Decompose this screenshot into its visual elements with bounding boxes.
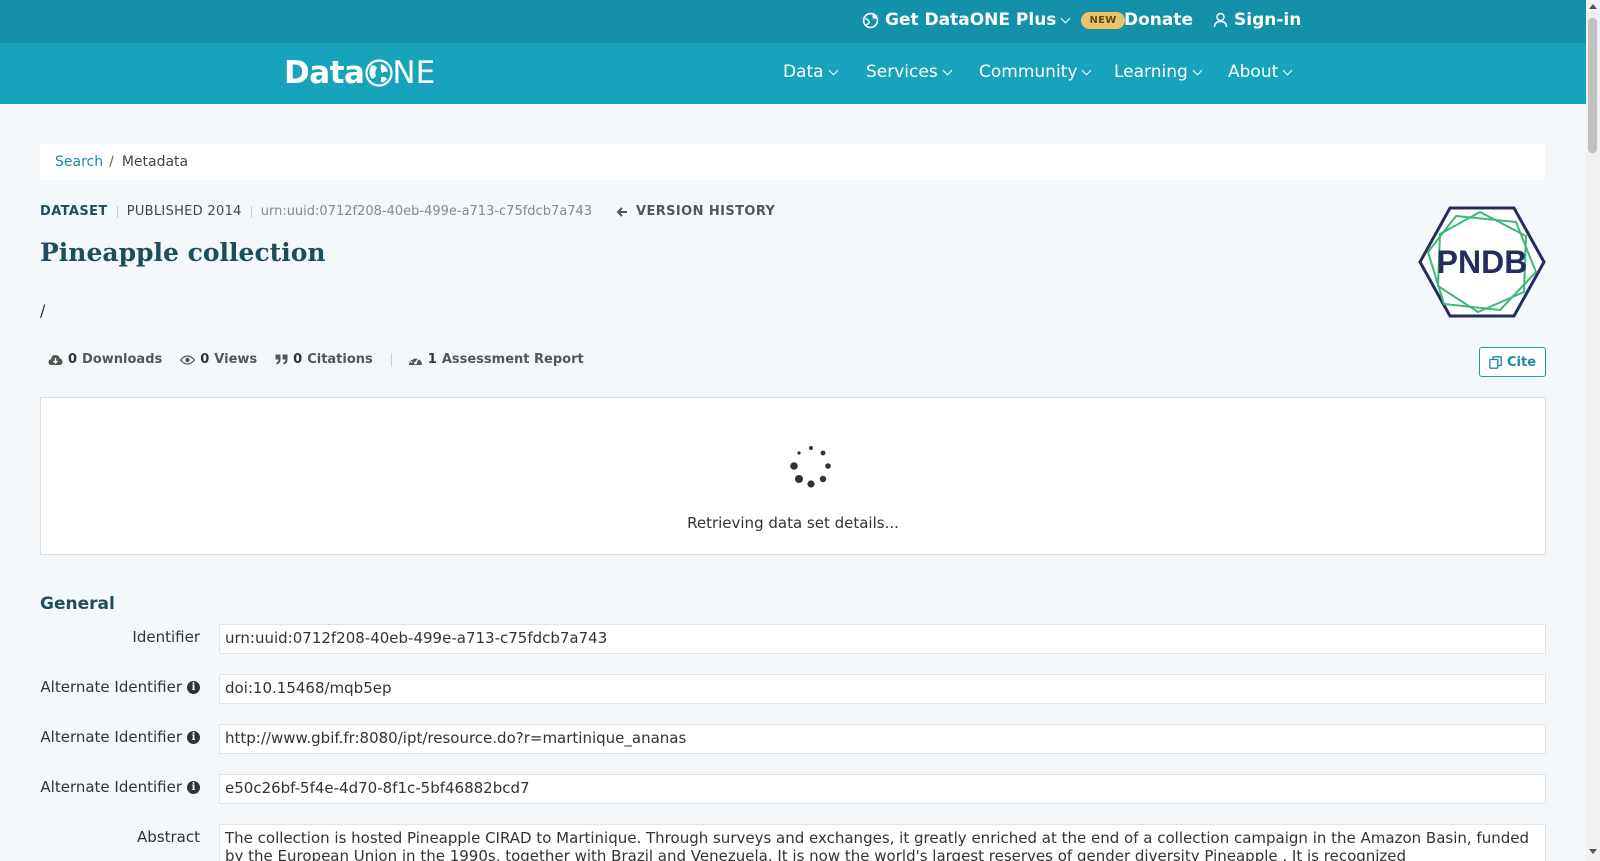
- arrow-left-icon: [616, 206, 628, 217]
- divider: [250, 205, 252, 218]
- cite-button[interactable]: Cite: [1479, 347, 1546, 377]
- logo-ne-text: NE: [392, 55, 436, 91]
- page-title: Pineapple collection: [40, 238, 326, 267]
- downloads-metric[interactable]: 0 Downloads: [48, 352, 162, 367]
- field-label-text: Alternate Identifier: [40, 678, 182, 696]
- alternate-identifier-label: Alternate Identifier i: [40, 728, 200, 746]
- sign-in-label: Sign-in: [1234, 10, 1302, 30]
- publication-year: PUBLISHED 2014: [126, 204, 242, 219]
- views-metric[interactable]: 0 Views: [180, 352, 257, 367]
- get-dataone-plus-menu[interactable]: Get DataONE Plus NEW: [862, 10, 1125, 30]
- nav-learning-label: Learning: [1114, 62, 1188, 82]
- citations-metric[interactable]: 0 Citations: [275, 352, 373, 367]
- dataset-type: DATASET: [40, 204, 108, 219]
- main-navigation: Data NE Data Services Community Learning…: [0, 43, 1586, 104]
- alternate-identifier-value: http://www.gbif.fr:8080/ipt/resource.do?…: [219, 724, 1546, 754]
- chevron-down-icon: [1282, 65, 1293, 75]
- citations-count: 0: [293, 352, 303, 367]
- nav-about-label: About: [1228, 62, 1279, 82]
- breadcrumb: Search / Metadata: [40, 144, 1545, 180]
- authors-line: /: [40, 301, 46, 320]
- logo-data-text: Data: [284, 55, 365, 91]
- field-label-text: Abstract: [137, 828, 200, 846]
- quote-icon: [275, 354, 288, 365]
- assessment-report-metric[interactable]: 1 Assessment Report: [408, 352, 584, 367]
- divider: [116, 205, 118, 218]
- scroll-down-arrow-icon[interactable]: [1589, 849, 1597, 854]
- field-label-text: Alternate Identifier: [40, 778, 182, 796]
- chevron-down-icon: [942, 65, 953, 75]
- breadcrumb-separator: /: [109, 154, 114, 170]
- assessment-label: Assessment Report: [441, 352, 584, 367]
- divider: [390, 352, 392, 367]
- pndb-logo-text: PNDB: [1437, 244, 1528, 280]
- metrics-bar: 0 Downloads 0 Views 0 Citations 1 Assess…: [48, 352, 602, 367]
- chevron-down-icon: [1192, 65, 1203, 75]
- downloads-count: 0: [68, 352, 78, 367]
- general-section-title: General: [40, 594, 115, 614]
- globe-icon: [365, 59, 393, 87]
- version-history-link[interactable]: VERSION HISTORY: [616, 204, 775, 219]
- field-label-text: Alternate Identifier: [40, 728, 182, 746]
- donate-link[interactable]: Donate: [1124, 10, 1193, 30]
- nav-community-label: Community: [979, 62, 1078, 82]
- alternate-identifier-label: Alternate Identifier i: [40, 778, 200, 796]
- nav-data[interactable]: Data: [783, 62, 839, 82]
- sign-in-link[interactable]: Sign-in: [1213, 10, 1301, 30]
- dataset-meta-row: DATASET PUBLISHED 2014 urn:uuid:0712f208…: [40, 204, 775, 219]
- nav-about[interactable]: About: [1228, 62, 1293, 82]
- version-history-label: VERSION HISTORY: [636, 204, 776, 219]
- nav-community[interactable]: Community: [979, 62, 1092, 82]
- info-icon[interactable]: i: [187, 780, 200, 794]
- info-icon[interactable]: i: [187, 730, 200, 744]
- info-icon[interactable]: i: [187, 680, 200, 694]
- abstract-label: Abstract: [40, 828, 200, 846]
- nav-services[interactable]: Services: [866, 62, 953, 82]
- abstract-value: The collection is hosted Pineapple CIRAD…: [219, 824, 1546, 861]
- user-icon: [1213, 12, 1228, 28]
- nav-services-label: Services: [866, 62, 938, 82]
- globe-star-icon: [862, 12, 879, 28]
- scroll-up-arrow-icon[interactable]: [1589, 4, 1597, 9]
- cite-label: Cite: [1506, 354, 1537, 370]
- loading-spinner-icon: [790, 446, 831, 488]
- assessment-count: 1: [427, 352, 437, 367]
- views-count: 0: [200, 352, 210, 367]
- eye-icon: [180, 354, 196, 365]
- views-label: Views: [214, 352, 258, 367]
- citations-label: Citations: [307, 352, 373, 367]
- alternate-identifier-value: doi:10.15468/mqb5ep: [219, 674, 1546, 704]
- new-badge: NEW: [1081, 11, 1125, 29]
- chevron-down-icon: [1060, 13, 1071, 23]
- alternate-identifier-value: e50c26bf-5f4e-4d70-8f1c-5bf46882bcd7: [219, 774, 1546, 804]
- dashboard-gauge-icon: [408, 356, 422, 365]
- alternate-identifier-label: Alternate Identifier i: [40, 678, 200, 696]
- cloud-download-icon: [48, 354, 63, 365]
- loading-message: Retrieving data set details...: [687, 514, 899, 532]
- scrollbar-thumb[interactable]: [1588, 18, 1597, 153]
- breadcrumb-search-link[interactable]: Search: [55, 154, 103, 170]
- copy-icon: [1489, 355, 1502, 369]
- identifier-value: urn:uuid:0712f208-40eb-499e-a713-c75fdcb…: [219, 624, 1546, 654]
- loading-panel: Retrieving data set details...: [40, 397, 1546, 555]
- breadcrumb-current: Metadata: [121, 154, 189, 170]
- chevron-down-icon: [828, 65, 839, 75]
- dataset-identifier: urn:uuid:0712f208-40eb-499e-a713-c75fdcb…: [260, 204, 593, 219]
- dataone-logo[interactable]: Data NE: [284, 55, 435, 91]
- nav-learning[interactable]: Learning: [1114, 62, 1203, 82]
- top-utility-bar: Get DataONE Plus NEW Donate Sign-in: [0, 0, 1586, 43]
- chevron-down-icon: [1081, 65, 1092, 75]
- field-label-text: Identifier: [132, 628, 200, 646]
- downloads-label: Downloads: [82, 352, 163, 367]
- nav-data-label: Data: [783, 62, 824, 82]
- identifier-label: Identifier: [40, 628, 200, 646]
- get-dataone-plus-label: Get DataONE Plus: [885, 10, 1057, 30]
- pndb-repository-logo[interactable]: PNDB: [1418, 206, 1546, 318]
